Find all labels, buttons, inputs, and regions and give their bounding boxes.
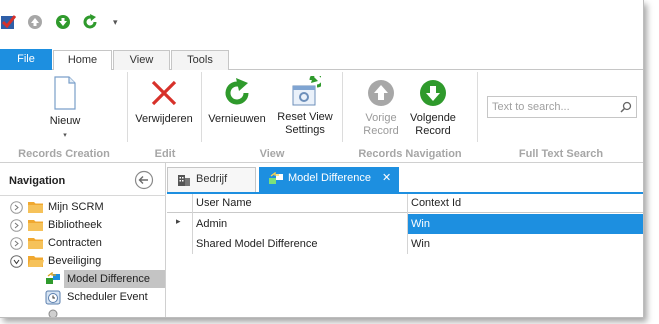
nav-item-beveiliging[interactable]: Beveiliging xyxy=(10,252,160,270)
reset-view-settings-button[interactable]: Reset View Settings xyxy=(272,76,338,137)
cell-user-name[interactable]: Admin xyxy=(193,214,407,234)
down-arrow-icon xyxy=(420,80,446,106)
partial-item-icon xyxy=(48,309,58,317)
expand-icon[interactable] xyxy=(10,237,23,250)
navigation-panel: Navigation Mijn SCRM Bibliotheek Contrac… xyxy=(0,163,166,317)
tab-model-difference-label: Model Difference xyxy=(288,172,371,184)
new-button[interactable]: Nieuw ▾ xyxy=(40,76,90,142)
building-icon xyxy=(178,175,190,186)
refresh-icon xyxy=(225,78,249,105)
open-folder-icon xyxy=(28,256,44,267)
nav-item-label: Mijn SCRM xyxy=(48,201,104,213)
nav-item-scheduler-event[interactable]: Scheduler Event xyxy=(45,288,165,306)
new-button-label: Nieuw xyxy=(49,115,81,127)
nav-item-label: Scheduler Event xyxy=(67,291,148,303)
ribbon-separator xyxy=(201,72,202,142)
delete-button[interactable]: Verwijderen xyxy=(132,78,196,126)
group-label-records-creation: Records Creation xyxy=(18,148,110,160)
row-pointer-icon: ▸ xyxy=(176,216,181,226)
previous-record-button[interactable]: Vorige Record xyxy=(352,78,410,138)
close-tab-icon[interactable]: ✕ xyxy=(382,167,391,190)
tab-tools[interactable]: Tools xyxy=(171,50,229,71)
ribbon-separator xyxy=(342,72,343,142)
reset-view-label-1: Reset View xyxy=(277,111,333,123)
group-label-view: View xyxy=(259,148,285,160)
folder-icon xyxy=(28,238,43,249)
folder-icon xyxy=(28,220,43,231)
reset-view-settings-icon xyxy=(292,76,321,106)
navigation-title: Navigation xyxy=(9,175,66,187)
previous-record-label-1: Vorige xyxy=(365,112,397,124)
app-icon[interactable] xyxy=(0,14,16,30)
next-record-button[interactable]: Volgende Record xyxy=(404,78,462,138)
reset-view-label-2: Settings xyxy=(285,124,325,136)
collapse-icon[interactable] xyxy=(10,255,23,268)
tab-view[interactable]: View xyxy=(113,50,170,71)
main-window: ▾ File Home View Tools Nieuw ▾ Verwijder… xyxy=(0,0,644,318)
delete-x-icon xyxy=(151,80,177,106)
full-text-search-box[interactable] xyxy=(487,96,637,118)
navigation-divider xyxy=(0,195,166,196)
grid-header: User Name Context Id xyxy=(167,193,643,213)
nav-item-mijn-scrm[interactable]: Mijn SCRM xyxy=(10,198,160,216)
folder-icon xyxy=(28,202,43,213)
next-record-label-1: Volgende xyxy=(410,112,456,124)
model-difference-icon xyxy=(46,272,60,284)
ribbon-separator xyxy=(127,72,128,142)
ribbon-tabs: File Home View Tools xyxy=(0,48,643,72)
up-arrow-icon xyxy=(368,80,394,106)
column-header-context-id[interactable]: Context Id xyxy=(408,193,461,213)
nav-item-label: Model Difference xyxy=(64,270,165,288)
refresh-button[interactable]: Vernieuwen xyxy=(205,78,269,126)
table-row[interactable]: Shared Model Difference Win xyxy=(167,234,643,254)
tab-bedrijf-label: Bedrijf xyxy=(196,173,228,185)
undo-icon[interactable] xyxy=(27,14,43,30)
refresh-icon[interactable] xyxy=(82,14,98,30)
expand-icon[interactable] xyxy=(10,201,23,214)
model-difference-icon xyxy=(269,172,283,184)
quick-access-toolbar: ▾ xyxy=(0,0,643,48)
ribbon-separator xyxy=(477,72,478,142)
previous-record-label-2: Record xyxy=(363,125,399,137)
nav-item-model-difference[interactable]: Model Difference xyxy=(45,270,165,288)
table-row[interactable]: ▸ Admin Win xyxy=(167,214,643,234)
row-indicator: ▸ xyxy=(167,214,191,234)
search-icon[interactable] xyxy=(620,101,632,113)
nav-item-bibliotheek[interactable]: Bibliotheek xyxy=(10,216,160,234)
nav-item-label: Bibliotheek xyxy=(48,219,102,231)
new-document-icon xyxy=(54,76,76,110)
nav-item-label: Contracten xyxy=(48,237,102,249)
nav-item-contracten[interactable]: Contracten xyxy=(10,234,160,252)
next-record-label-2: Record xyxy=(415,125,451,137)
tab-bedrijf[interactable]: Bedrijf xyxy=(167,167,256,192)
delete-button-label: Verwijderen xyxy=(135,113,193,125)
tab-file[interactable]: File xyxy=(0,49,52,70)
group-label-full-text-search: Full Text Search xyxy=(518,148,604,160)
cell-user-name[interactable]: Shared Model Difference xyxy=(193,234,407,254)
search-input[interactable] xyxy=(492,98,620,116)
customize-toolbar-icon[interactable]: ▾ xyxy=(113,14,123,30)
refresh-button-label: Vernieuwen xyxy=(208,113,266,125)
group-label-records-navigation: Records Navigation xyxy=(358,148,462,160)
cell-context-id[interactable]: Win xyxy=(408,214,643,234)
tab-model-difference[interactable]: Model Difference ✕ xyxy=(259,167,399,192)
cell-context-id[interactable]: Win xyxy=(408,234,643,254)
new-dropdown-icon[interactable]: ▾ xyxy=(40,129,90,142)
ribbon: Nieuw ▾ Verwijderen Vernieuwen Reset Vie… xyxy=(0,70,643,163)
clock-icon xyxy=(45,290,61,305)
data-grid: User Name Context Id ▸ Admin Win Shared … xyxy=(167,193,643,317)
tab-home[interactable]: Home xyxy=(53,50,112,72)
group-label-edit: Edit xyxy=(154,148,176,160)
back-arrow-icon[interactable] xyxy=(134,170,154,190)
nav-item-label: Beveiliging xyxy=(48,255,102,267)
forward-icon[interactable] xyxy=(55,14,71,30)
column-header-user-name[interactable]: User Name xyxy=(193,193,252,213)
document-tabs: Bedrijf Model Difference ✕ xyxy=(167,163,643,192)
expand-icon[interactable] xyxy=(10,219,23,232)
